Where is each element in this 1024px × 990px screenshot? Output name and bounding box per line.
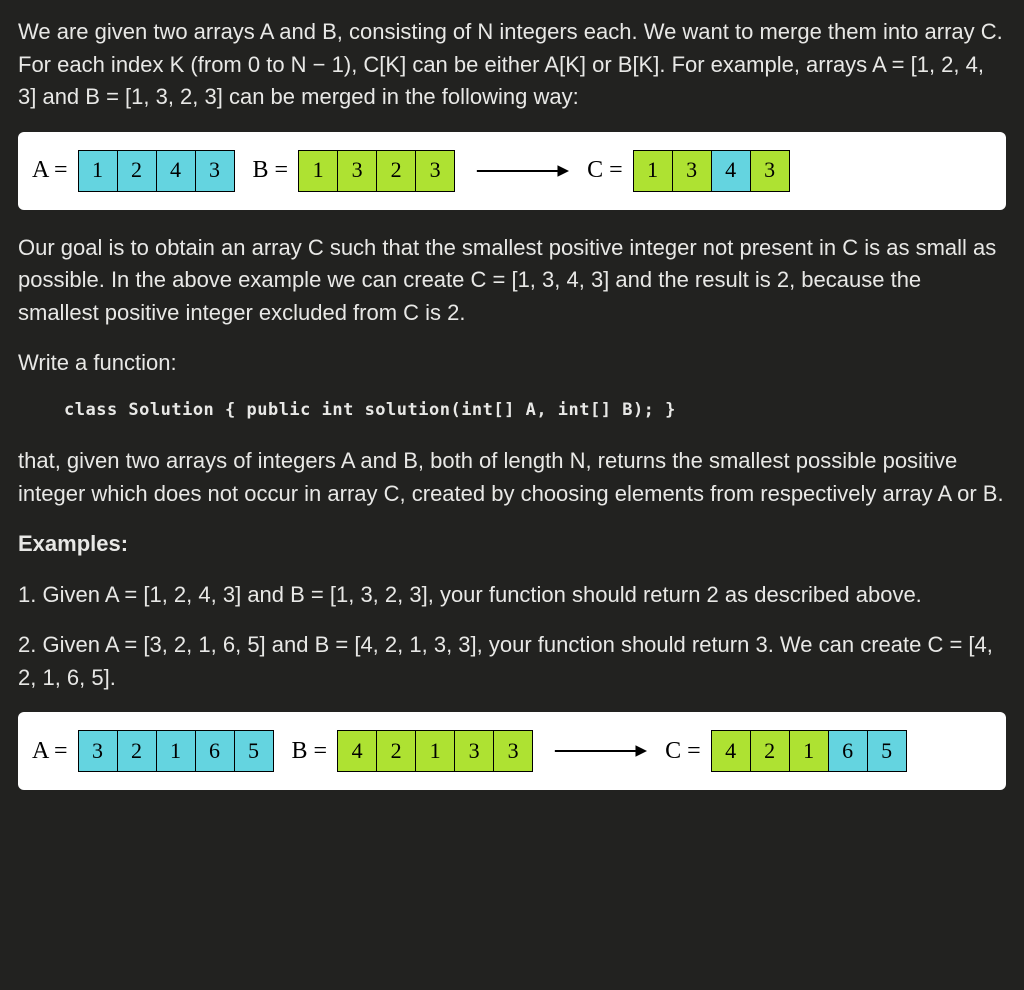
array-cell: 4 — [711, 150, 751, 192]
array-cells: 1243 — [78, 150, 235, 192]
array-cells: 1323 — [298, 150, 455, 192]
array-cells: 32165 — [78, 730, 274, 772]
diagram-2: A = 32165 B = 42133 C = 42165 — [18, 712, 1006, 790]
array-cell: 1 — [78, 150, 118, 192]
array-label: A = — [32, 153, 68, 189]
array-cell: 3 — [337, 150, 377, 192]
array-label: C = — [665, 734, 701, 770]
array-cell: 3 — [195, 150, 235, 192]
array-cell: 4 — [156, 150, 196, 192]
diagram2-array-B: B = 42133 — [292, 730, 534, 772]
example-2: 2. Given A = [3, 2, 1, 6, 5] and B = [4,… — [18, 629, 1006, 694]
array-cell: 3 — [454, 730, 494, 772]
diagram1-array-B: B = 1323 — [253, 150, 456, 192]
array-cell: 5 — [234, 730, 274, 772]
array-cell: 2 — [117, 730, 157, 772]
array-cells: 1343 — [633, 150, 790, 192]
goal-paragraph: Our goal is to obtain an array C such th… — [18, 232, 1006, 330]
write-function-label: Write a function: — [18, 347, 1006, 380]
problem-statement: We are given two arrays A and B, consist… — [0, 0, 1024, 830]
array-cell: 5 — [867, 730, 907, 772]
diagram2-array-C: C = 42165 — [665, 730, 907, 772]
array-cell: 2 — [750, 730, 790, 772]
array-cell: 6 — [828, 730, 868, 772]
array-cell: 1 — [789, 730, 829, 772]
array-cell: 2 — [117, 150, 157, 192]
array-cell: 4 — [711, 730, 751, 772]
arrow-right-icon — [551, 735, 647, 767]
array-cells: 42165 — [711, 730, 907, 772]
diagram1-array-C: C = 1343 — [587, 150, 790, 192]
array-cells: 42133 — [337, 730, 533, 772]
diagram-1: A = 1243 B = 1323 C = 1343 — [18, 132, 1006, 210]
examples-heading: Examples: — [18, 528, 1006, 561]
array-cell: 3 — [672, 150, 712, 192]
array-cell: 3 — [493, 730, 533, 772]
array-label: B = — [253, 153, 289, 189]
array-label: A = — [32, 734, 68, 770]
array-cell: 1 — [156, 730, 196, 772]
array-label: C = — [587, 153, 623, 189]
array-cell: 1 — [415, 730, 455, 772]
array-cell: 1 — [633, 150, 673, 192]
arrow-right-icon — [473, 155, 569, 187]
array-cell: 1 — [298, 150, 338, 192]
function-signature-code: class Solution { public int solution(int… — [64, 398, 1006, 423]
diagram2-array-A: A = 32165 — [32, 730, 274, 772]
array-cell: 2 — [376, 150, 416, 192]
array-cell: 3 — [78, 730, 118, 772]
task-paragraph: that, given two arrays of integers A and… — [18, 445, 1006, 510]
diagram1-array-A: A = 1243 — [32, 150, 235, 192]
example-1: 1. Given A = [1, 2, 4, 3] and B = [1, 3,… — [18, 579, 1006, 612]
array-label: B = — [292, 734, 328, 770]
array-cell: 3 — [750, 150, 790, 192]
array-cell: 4 — [337, 730, 377, 772]
array-cell: 3 — [415, 150, 455, 192]
array-cell: 2 — [376, 730, 416, 772]
array-cell: 6 — [195, 730, 235, 772]
intro-paragraph: We are given two arrays A and B, consist… — [18, 16, 1006, 114]
